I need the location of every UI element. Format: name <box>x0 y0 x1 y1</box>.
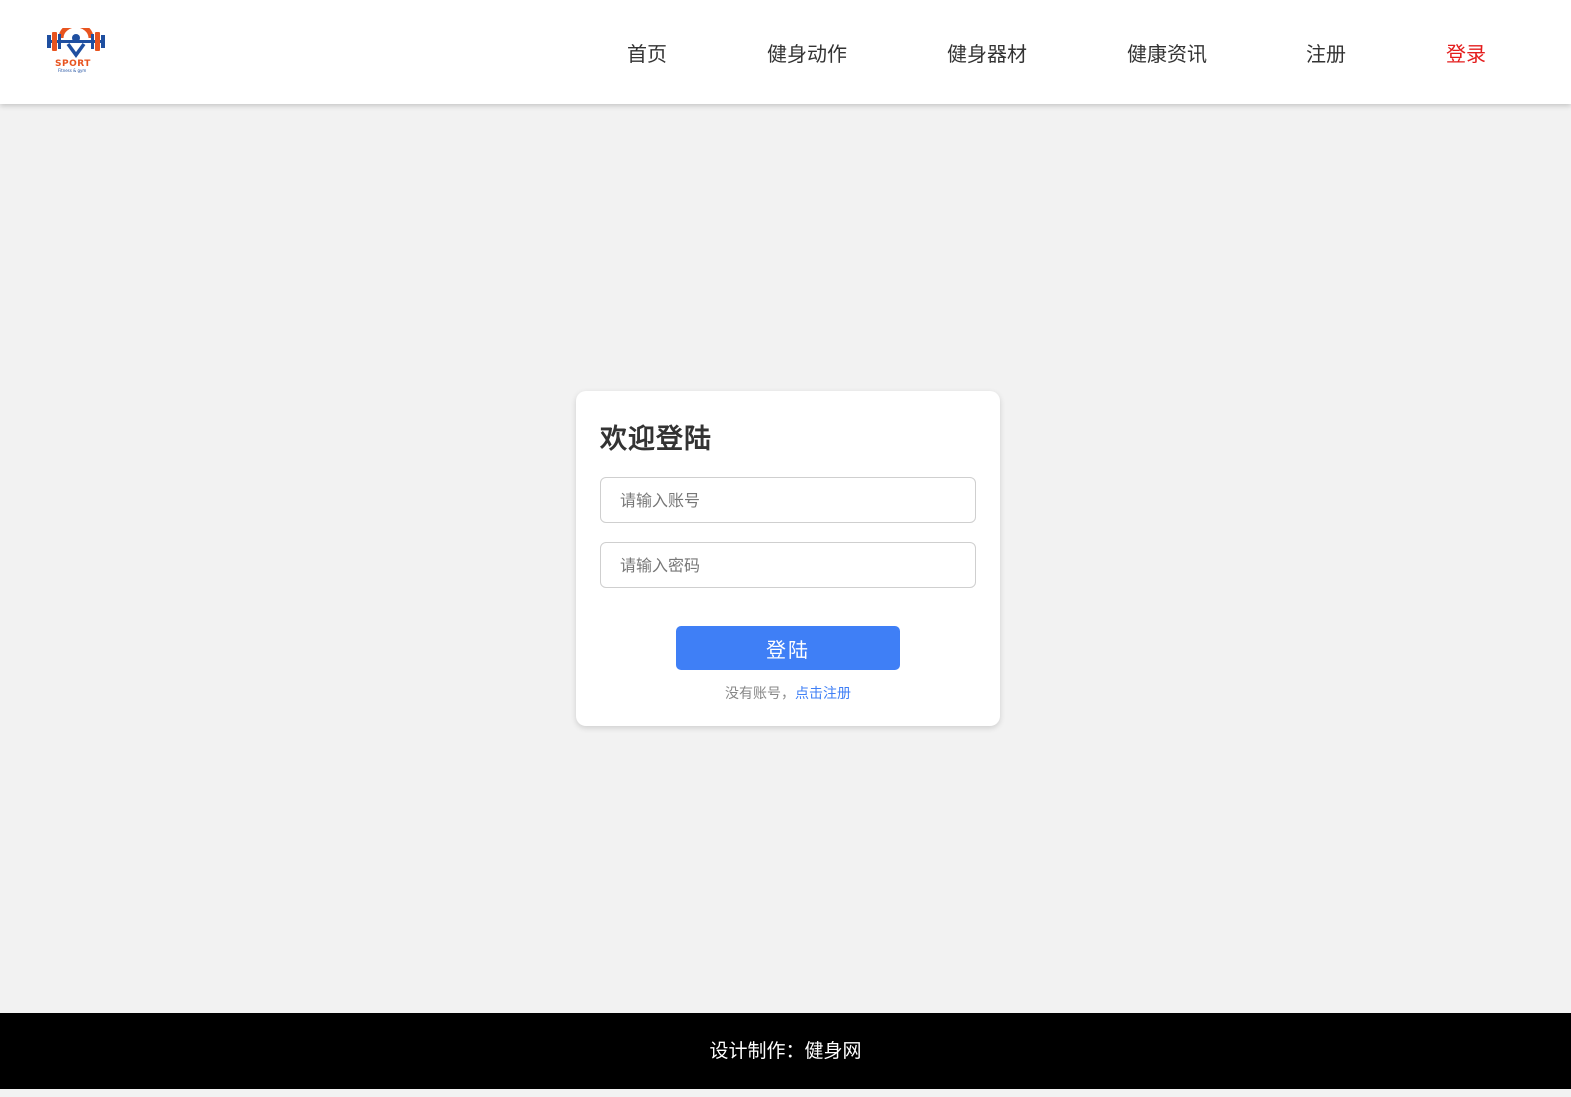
footer: 设计制作：健身网 <box>0 1013 1571 1089</box>
nav-item-exercises[interactable]: 健身动作 <box>767 40 847 68</box>
nav-item-register[interactable]: 注册 <box>1306 40 1346 68</box>
register-hint: 没有账号，点击注册 <box>576 683 1000 703</box>
barbell-logo-icon <box>47 28 105 58</box>
footer-credit: 设计制作：健身网 <box>709 1040 862 1062</box>
register-link[interactable]: 点击注册 <box>795 686 851 702</box>
login-card: 欢迎登陆 登陆 没有账号，点击注册 <box>576 391 1000 726</box>
nav-item-health-news[interactable]: 健康资讯 <box>1127 40 1207 68</box>
login-button[interactable]: 登陆 <box>676 626 900 670</box>
nav-item-equipment[interactable]: 健身器材 <box>947 40 1027 68</box>
login-title: 欢迎登陆 <box>600 424 712 455</box>
nav-item-home[interactable]: 首页 <box>627 40 667 68</box>
password-input[interactable] <box>600 542 976 588</box>
nav-item-login[interactable]: 登录 <box>1446 40 1486 68</box>
top-navbar: SPORT Fitness & gym 首页 健身动作 健身器材 健康资讯 注册… <box>0 0 1571 104</box>
account-input[interactable] <box>600 477 976 523</box>
sport-logo[interactable]: SPORT Fitness & gym <box>43 28 109 76</box>
register-prompt: 没有账号， <box>725 686 795 702</box>
logo-subtext: Fitness & gym <box>58 68 87 73</box>
